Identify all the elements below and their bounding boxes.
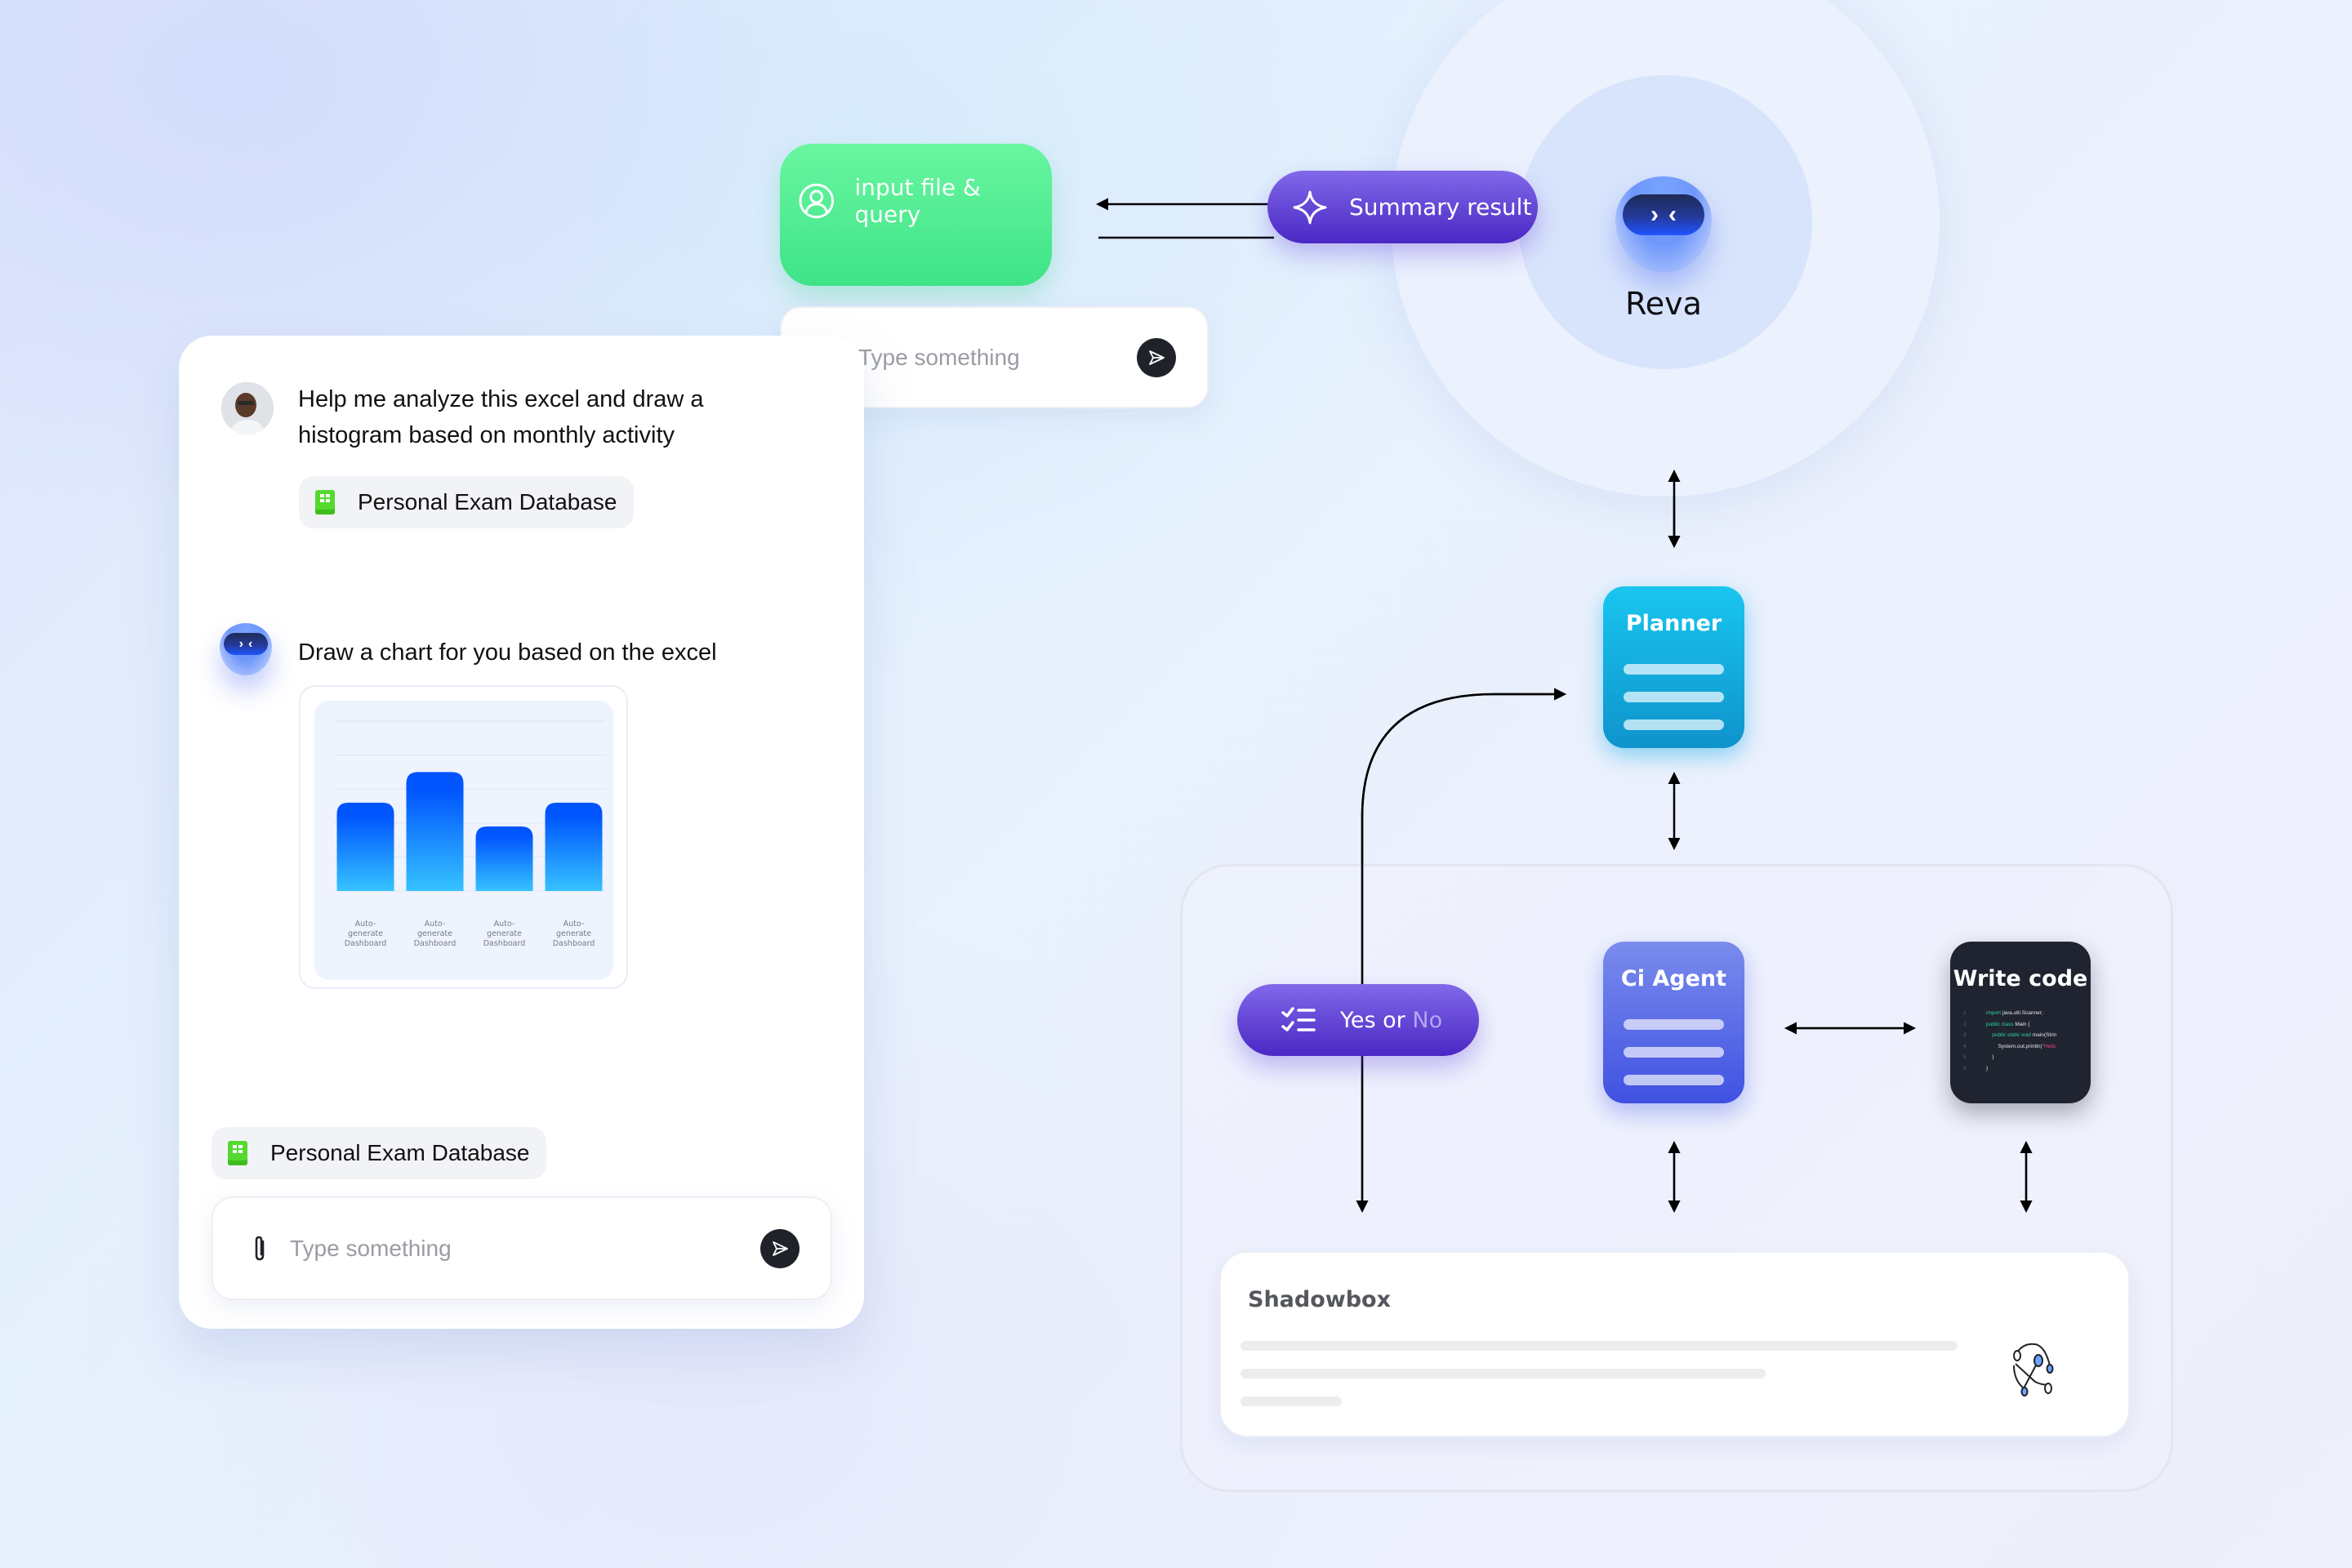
send-icon [1149,350,1165,365]
user-attachment-name: Personal Exam Database [358,489,617,514]
skeleton-line [1241,1369,1766,1379]
yes-or-no-label: Yes or No [1340,1008,1442,1033]
code-token: Main { [2015,1021,2030,1027]
chat-panel: Help me analyze this excel and draw a hi… [179,336,864,1329]
excel-file-icon [315,490,335,514]
chat-input-placeholder: Type something [290,1235,452,1261]
code-line: 1 import java.util.Scanner; [1963,1008,2056,1019]
top-send-button[interactable] [1137,337,1176,377]
code-line: 3 public static void main(Strin [1963,1030,2056,1041]
send-icon [773,1241,788,1256]
skeleton-line [1241,1341,1958,1351]
bot-visor: › ‹ [224,633,268,655]
bar-category-label: Auto- generate Dashboard [552,920,595,948]
summary-label: Summary result [1349,194,1532,220]
planner-label: Planner [1625,611,1722,636]
document-lines-icon [1624,664,1724,730]
bar-category-label: Auto- generate Dashboard [344,920,387,948]
yes-or-label: Yes or [1340,1007,1413,1033]
skeleton-line [1241,1396,1342,1406]
top-input-placeholder: Type something [858,344,1020,370]
code-line: 2 public class Main { [1963,1019,2056,1031]
chart-bar[interactable] [406,772,464,891]
yes-or-no-node[interactable]: Yes or No [1237,984,1479,1056]
code-line-number: 2 [1963,1021,1967,1027]
pending-attachment-chip[interactable]: Personal Exam Database [212,1127,546,1179]
bot-visor: › ‹ [1623,194,1704,235]
sparkle-icon [1293,190,1327,224]
checklist-icon [1281,1007,1316,1031]
user-avatar [221,382,274,434]
chat-send-button[interactable] [760,1228,800,1268]
code-token: "Hello [2042,1043,2056,1049]
write-code-label: Write code [1953,966,2088,991]
code-line: 4 System.out.println("Hello [1963,1041,2056,1053]
network-nodes-icon [2013,1343,2054,1396]
document-lines-icon [1624,1019,1724,1085]
chat-message-input[interactable]: Type something [212,1196,832,1300]
user-attachment-chip[interactable]: Personal Exam Database [299,476,634,528]
code-line-number: 4 [1963,1043,1967,1049]
code-line-number: 5 [1963,1054,1967,1061]
ci-agent-node[interactable]: Ci Agent [1603,942,1744,1103]
bar-category-label: Auto- generate Dashboard [483,920,526,948]
chart-bar[interactable] [475,826,533,891]
input-file-query-node[interactable]: input file & query [780,144,1052,286]
code-line-number: 3 [1963,1032,1967,1039]
pending-attachment-name: Personal Exam Database [270,1140,530,1165]
shadowbox-panel[interactable]: Shadowbox [1219,1251,2130,1437]
code-line-number: 1 [1963,1010,1967,1016]
ci-agent-label: Ci Agent [1620,966,1727,991]
reva-label: Reva [1625,286,1702,322]
code-token: public static void [1986,1032,2033,1039]
code-token: java.util.Scanner; [2002,1010,2043,1016]
chart-bar[interactable] [545,802,603,891]
user-circle-icon [799,183,835,219]
excel-file-icon [228,1141,247,1165]
write-code-node[interactable]: Write code 1 import java.util.Scanner; 2 pu… [1950,942,2091,1103]
code-token: import [1986,1010,2002,1016]
code-line: 5 } [1963,1052,2056,1063]
code-token: System.out.println( [1986,1043,2042,1049]
bar-category-label: Auto- generate Dashboard [413,920,457,948]
code-token: } [1986,1065,1989,1071]
chart-area: Auto- generate Dashboard Auto- generate D… [314,701,613,980]
code-line-number: 6 [1963,1065,1967,1071]
code-snippet: 1 import java.util.Scanner; 2 public class … [1963,1008,2056,1075]
summary-result-node[interactable]: Summary result [1267,171,1538,243]
code-token: public class [1986,1021,2016,1027]
chart-bar[interactable] [336,802,394,891]
bot-message: Draw a chart for you based on the excel [298,639,717,666]
code-token: } [1986,1054,1994,1061]
user-photo-icon [221,382,274,434]
code-token: main(Strin [2032,1032,2057,1039]
input-node-label: input file & query [854,174,981,228]
user-message: Help me analyze this excel and draw a hi… [298,386,704,448]
planner-node[interactable]: Planner [1603,586,1744,748]
no-label: No [1412,1007,1443,1033]
chart-card[interactable]: Auto- generate Dashboard Auto- generate D… [299,685,628,989]
shadowbox-label: Shadowbox [1248,1287,1391,1312]
code-line: 6} [1963,1063,2056,1075]
paperclip-icon[interactable] [251,1235,269,1263]
bot-avatar: › ‹ [220,623,272,675]
